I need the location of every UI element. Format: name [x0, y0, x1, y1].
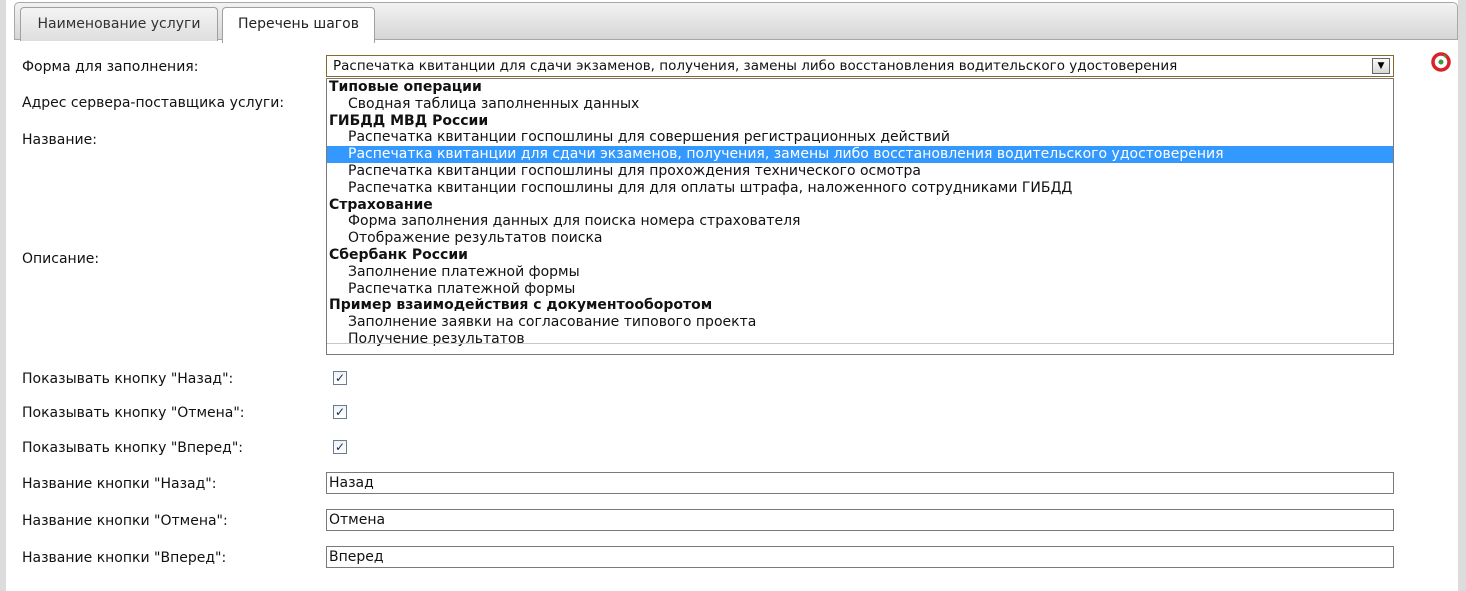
tab-steps-list[interactable]: Перечень шагов [222, 7, 375, 43]
name-label: Название: [22, 132, 97, 148]
show-next-label: Показывать кнопку "Вперед": [22, 440, 243, 456]
dropdown-option[interactable]: Распечатка квитанции госпошлины для сове… [327, 129, 1393, 146]
dropdown-option[interactable]: Заполнение платежной формы [327, 264, 1393, 281]
back-name-label: Название кнопки "Назад": [22, 476, 217, 492]
dropdown-group-header: Пример взаимодействия с документооборото… [329, 297, 713, 314]
back-name-input[interactable]: Назад [326, 472, 1394, 494]
tab-bar: Наименование услуги Перечень шагов [14, 2, 1458, 43]
cancel-name-label: Название кнопки "Отмена": [22, 513, 228, 529]
dropdown-option[interactable]: Распечатка квитанции госпошлины для для … [327, 180, 1393, 197]
dropdown-option-selected[interactable]: Распечатка квитанции для сдачи экзаменов… [327, 146, 1393, 163]
dropdown-group-header: Сбербанк России [329, 246, 468, 263]
show-back-checkbox[interactable]: ✓ [333, 371, 347, 385]
form-label: Форма для заполнения: [22, 59, 199, 75]
tab-service-name[interactable]: Наименование услуги [20, 7, 218, 41]
show-next-checkbox[interactable]: ✓ [333, 440, 347, 454]
dropdown-bottom-edge [327, 343, 1393, 354]
description-label: Описание: [22, 251, 100, 267]
show-back-label: Показывать кнопку "Назад": [22, 371, 234, 387]
dropdown-option[interactable]: Форма заполнения данных для поиска номер… [327, 213, 1393, 230]
dropdown-option[interactable]: Распечатка платежной формы [327, 281, 1393, 298]
form-dropdown-list: Типовые операции Сводная таблица заполнен… [326, 78, 1394, 355]
form-select[interactable]: Распечатка квитанции для сдачи экзаменов… [326, 55, 1394, 77]
dropdown-option[interactable]: Сводная таблица заполненных данных [327, 96, 1393, 113]
cancel-name-input[interactable]: Отмена [326, 509, 1394, 531]
dropdown-option[interactable]: Отображение результатов поиска [327, 230, 1393, 247]
form-select-value: Распечатка квитанции для сдачи экзаменов… [333, 58, 1178, 74]
next-name-input[interactable]: Вперед [326, 546, 1394, 568]
server-label: Адрес сервера-поставщика услуги: [22, 95, 285, 111]
dropdown-group-header: ГИБДД МВД России [329, 112, 489, 129]
show-cancel-checkbox[interactable]: ✓ [333, 405, 347, 419]
dropdown-arrow-icon[interactable]: ▼ [1372, 58, 1390, 74]
dropdown-group-header: Страхование [329, 196, 433, 213]
help-lifebuoy-icon[interactable] [1430, 52, 1452, 72]
dropdown-option[interactable]: Распечатка квитанции госпошлины для прох… [327, 163, 1393, 180]
next-name-label: Название кнопки "Вперед": [22, 550, 227, 566]
dropdown-option[interactable]: Заполнение заявки на согласование типово… [327, 314, 1393, 331]
dropdown-group-header: Типовые операции [329, 79, 482, 95]
show-cancel-label: Показывать кнопку "Отмена": [22, 405, 245, 421]
